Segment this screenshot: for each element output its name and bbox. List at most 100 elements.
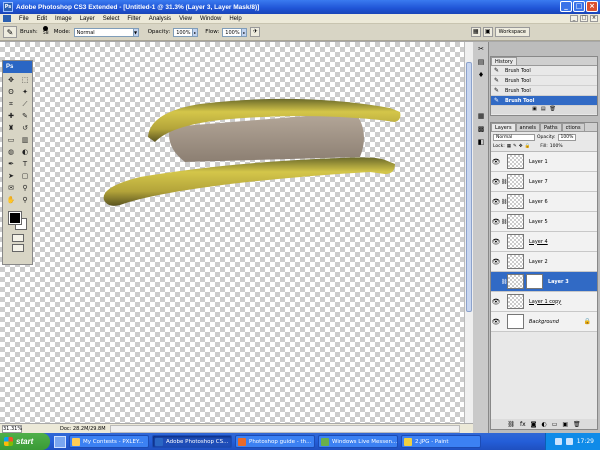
lock-image-icon[interactable]: ✎	[513, 144, 517, 149]
actions-icon[interactable]: ♦	[475, 70, 487, 81]
opacity-input[interactable]: 100%	[173, 27, 194, 37]
crop-tool-icon[interactable]: ⌗	[5, 99, 17, 110]
history-brush-tool-icon[interactable]: ↺	[19, 123, 31, 134]
menu-select[interactable]: Select	[99, 16, 124, 22]
delete-state-icon[interactable]: 🗑	[550, 106, 556, 114]
lasso-tool-icon[interactable]: ʘ	[5, 87, 17, 98]
eye-icon[interactable]: 👁	[491, 318, 501, 326]
taskbar-item[interactable]: 2.JPG - Paint	[401, 435, 481, 448]
new-snapshot-icon[interactable]: ▣	[532, 106, 537, 114]
tab-paths[interactable]: Paths	[540, 123, 562, 131]
minimize-button[interactable]: _	[560, 1, 572, 12]
menu-edit[interactable]: Edit	[33, 16, 51, 22]
menu-help[interactable]: Help	[225, 16, 245, 22]
new-layer-icon[interactable]: ▣	[562, 421, 568, 428]
tray-icon[interactable]	[554, 438, 562, 445]
layer-opacity-input[interactable]: 100%	[557, 133, 577, 141]
layer-row[interactable]: 👁 ⛓ Layer 6	[491, 192, 597, 212]
swatches-panel-icon[interactable]: ▩	[475, 124, 487, 135]
tab-history[interactable]: History	[491, 57, 517, 65]
path-selection-tool-icon[interactable]: ➤	[5, 171, 17, 182]
layer-row[interactable]: 👁 ⛓ Layer 7	[491, 172, 597, 192]
blend-mode-select[interactable]: Normal	[493, 133, 535, 141]
flow-dropdown-icon[interactable]: ▸	[241, 27, 248, 37]
opacity-dropdown-icon[interactable]: ▸	[192, 27, 199, 37]
delete-layer-icon[interactable]: 🗑	[573, 421, 581, 428]
layer-row[interactable]: 👁 Layer 2	[491, 252, 597, 272]
quick-launch-icon[interactable]	[54, 435, 66, 448]
hand-tool-icon[interactable]: ✋	[5, 195, 17, 206]
taskbar-item[interactable]: My Contests - PXLEY...	[69, 435, 149, 448]
eye-icon[interactable]: 👁	[491, 258, 501, 266]
layer-row[interactable]: 👁 Layer 1	[491, 152, 597, 172]
brush-tool-icon[interactable]: ✎	[19, 111, 31, 122]
new-document-icon[interactable]: ▤	[541, 106, 546, 114]
close-button[interactable]: ×	[586, 1, 598, 12]
taskbar-item-active[interactable]: Adobe Photoshop CS...	[152, 435, 232, 448]
new-group-icon[interactable]: ▭	[552, 421, 558, 428]
layer-row[interactable]: 👁 Layer 4	[491, 232, 597, 252]
flow-input[interactable]: 100%	[222, 27, 243, 37]
dodge-tool-icon[interactable]: ◐	[19, 147, 31, 158]
fill-input[interactable]: 100%	[550, 144, 563, 149]
tray-icon[interactable]	[565, 438, 573, 445]
shape-tool-icon[interactable]: ▢	[19, 171, 31, 182]
taskbar-item[interactable]: Photoshop guide - th...	[235, 435, 315, 448]
eyedropper-tool-icon[interactable]: ⚲	[19, 183, 31, 194]
notes-tool-icon[interactable]: ✉	[5, 183, 17, 194]
scroll-thumb[interactable]	[466, 62, 472, 312]
menu-layer[interactable]: Layer	[76, 16, 99, 22]
menu-file[interactable]: File	[15, 16, 33, 22]
blur-tool-icon[interactable]: ◍	[5, 147, 17, 158]
color-panel-icon[interactable]: ▦	[475, 111, 487, 122]
history-item[interactable]: ✎ Brush Tool	[491, 86, 597, 96]
navigator-icon[interactable]: ▤	[475, 57, 487, 68]
tab-actions[interactable]: ctions	[561, 123, 585, 131]
brush-palette-icon[interactable]: ▦	[470, 27, 481, 37]
menu-window[interactable]: Window	[196, 16, 225, 22]
history-item[interactable]: ✎ Brush Tool	[491, 76, 597, 86]
eraser-tool-icon[interactable]: ▭	[5, 135, 17, 146]
move-tool-icon[interactable]: ✥	[5, 75, 17, 86]
history-item[interactable]: ✎ Brush Tool	[491, 66, 597, 76]
tool-presets-icon[interactable]: ✂	[475, 44, 487, 55]
workspace-button[interactable]: Workspace	[494, 27, 530, 37]
history-item-selected[interactable]: ✎ Brush Tool	[491, 96, 597, 106]
eye-icon[interactable]: 👁	[491, 218, 501, 226]
mode-select[interactable]: Normal	[73, 27, 134, 37]
slice-tool-icon[interactable]: ⟋	[19, 99, 31, 110]
doc-restore-button[interactable]: □	[580, 15, 588, 22]
healing-brush-tool-icon[interactable]: ✚	[5, 111, 17, 122]
airbrush-icon[interactable]: ✈	[250, 27, 261, 37]
menu-image[interactable]: Image	[51, 16, 76, 22]
doc-close-button[interactable]: ×	[590, 15, 598, 22]
magic-wand-tool-icon[interactable]: ✦	[19, 87, 31, 98]
clone-stamp-tool-icon[interactable]: ♜	[5, 123, 17, 134]
mode-dropdown-icon[interactable]: ▼	[132, 27, 139, 37]
zoom-level-field[interactable]: 31.31%	[2, 424, 22, 433]
screen-mode-icon[interactable]	[11, 244, 24, 252]
adjustment-layer-icon[interactable]: ◐	[541, 421, 546, 428]
menu-analysis[interactable]: Analysis	[145, 16, 175, 22]
link-layers-icon[interactable]: ⛓	[507, 421, 515, 428]
menu-filter[interactable]: Filter	[123, 16, 144, 22]
doc-size[interactable]: Doc: 28.2M/29.8M	[60, 426, 106, 432]
taskbar-item[interactable]: Windows Live Messen...	[318, 435, 398, 448]
layer-row[interactable]: 👁 Layer 1 copy	[491, 292, 597, 312]
tab-layers[interactable]: Layers	[491, 123, 516, 131]
canvas-vertical-scrollbar[interactable]	[464, 42, 473, 423]
eye-icon[interactable]: 👁	[491, 238, 501, 246]
tab-channels[interactable]: annels	[515, 123, 541, 131]
layer-row[interactable]: 👁 Background 🔒	[491, 312, 597, 332]
add-mask-icon[interactable]: ◙	[531, 421, 537, 428]
brush-tool-preset-icon[interactable]: ✎	[3, 26, 17, 38]
eye-icon[interactable]: 👁	[491, 178, 501, 186]
menu-view[interactable]: View	[175, 16, 196, 22]
lock-position-icon[interactable]: ✥	[519, 144, 523, 149]
start-button[interactable]: start	[0, 433, 50, 450]
foreground-color-swatch[interactable]	[8, 211, 22, 225]
bridge-icon[interactable]: ▣	[482, 27, 493, 37]
eye-icon[interactable]: 👁	[491, 298, 501, 306]
lock-all-icon[interactable]: 🔒	[525, 144, 531, 149]
maximize-button[interactable]: □	[573, 1, 585, 12]
